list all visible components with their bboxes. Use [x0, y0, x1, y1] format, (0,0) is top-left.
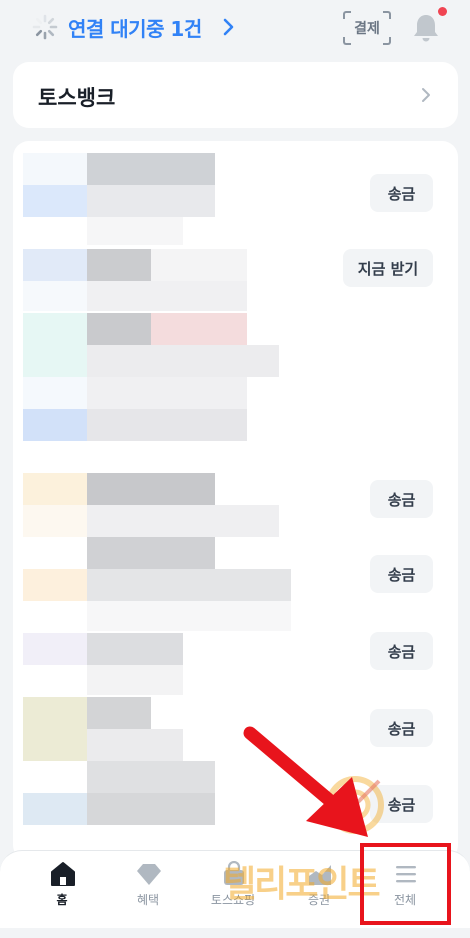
blurred-account-text	[87, 697, 151, 729]
blurred-account-logo	[23, 505, 87, 537]
blurred-account-text	[87, 217, 183, 245]
nav-item-home[interactable]: 홈	[22, 851, 102, 929]
blurred-account-text	[87, 729, 183, 761]
blurred-account-text	[151, 313, 247, 345]
blurred-account-logo	[23, 793, 87, 825]
blurred-account-logo	[23, 153, 87, 185]
blurred-account-text	[87, 249, 151, 281]
blurred-account-text	[87, 409, 247, 441]
blurred-account-logo	[23, 249, 87, 281]
blurred-account-text	[87, 281, 247, 311]
pay-button-label: 결제	[354, 21, 380, 37]
diamond-icon	[137, 864, 161, 885]
blurred-account-text	[87, 153, 215, 185]
blurred-account-text	[87, 761, 215, 793]
nav-label-benefits: 혜택	[136, 893, 160, 907]
blurred-account-text	[87, 537, 215, 569]
red-arrow-annotation	[243, 726, 368, 837]
blurred-account-logo	[23, 633, 87, 665]
chevron-right-icon[interactable]	[222, 17, 236, 37]
blurred-account-logo	[23, 281, 87, 311]
chevron-right-icon	[422, 88, 430, 102]
connection-pending-label[interactable]: 연결 대기중 1건	[68, 13, 202, 42]
send-money-button[interactable]: 송금	[370, 709, 433, 747]
blurred-account-logo	[23, 377, 87, 409]
blurred-account-text	[87, 633, 183, 665]
blurred-account-logo	[23, 409, 87, 441]
blurred-account-text	[87, 793, 215, 825]
blurred-account-text	[151, 249, 247, 281]
blurred-account-text	[87, 601, 291, 631]
send-money-button[interactable]: 송금	[370, 480, 433, 518]
blurred-account-text	[87, 377, 247, 409]
notification-dot	[438, 7, 447, 16]
bank-title: 토스뱅크	[38, 86, 116, 110]
send-money-button[interactable]: 송금	[370, 632, 433, 670]
account-list: 송금 지금 받기 송금 송금 송금 송금 송금	[13, 141, 458, 861]
blurred-account-logo	[23, 569, 87, 601]
loading-spinner-icon	[32, 14, 58, 40]
blurred-account-text	[87, 313, 151, 345]
blurred-account-logo	[23, 473, 87, 505]
blurred-account-logo	[23, 313, 87, 377]
send-money-button[interactable]: 송금	[370, 174, 433, 212]
bell-icon[interactable]	[412, 12, 440, 44]
pay-button[interactable]: 결제	[343, 11, 391, 45]
blurred-account-text	[87, 569, 291, 601]
top-bar: 연결 대기중 1건 결제	[0, 0, 470, 56]
blurred-account-logo	[23, 185, 87, 217]
blurred-account-logo	[23, 697, 87, 761]
toss-bank-card[interactable]: 토스뱅크	[13, 62, 458, 128]
blurred-account-text	[87, 185, 215, 217]
nav-label-home: 홈	[56, 893, 68, 907]
watermark-text: 텔리포인트	[223, 864, 381, 905]
blurred-account-text	[87, 505, 279, 537]
nav-item-benefits[interactable]: 혜택	[108, 851, 188, 929]
receive-now-button[interactable]: 지금 받기	[343, 249, 433, 287]
blurred-account-text	[87, 665, 183, 695]
blurred-account-text	[87, 473, 215, 505]
highlight-box-annotation	[360, 843, 451, 925]
blurred-account-text	[87, 345, 279, 377]
send-money-button[interactable]: 송금	[370, 555, 433, 593]
home-icon	[51, 862, 75, 886]
